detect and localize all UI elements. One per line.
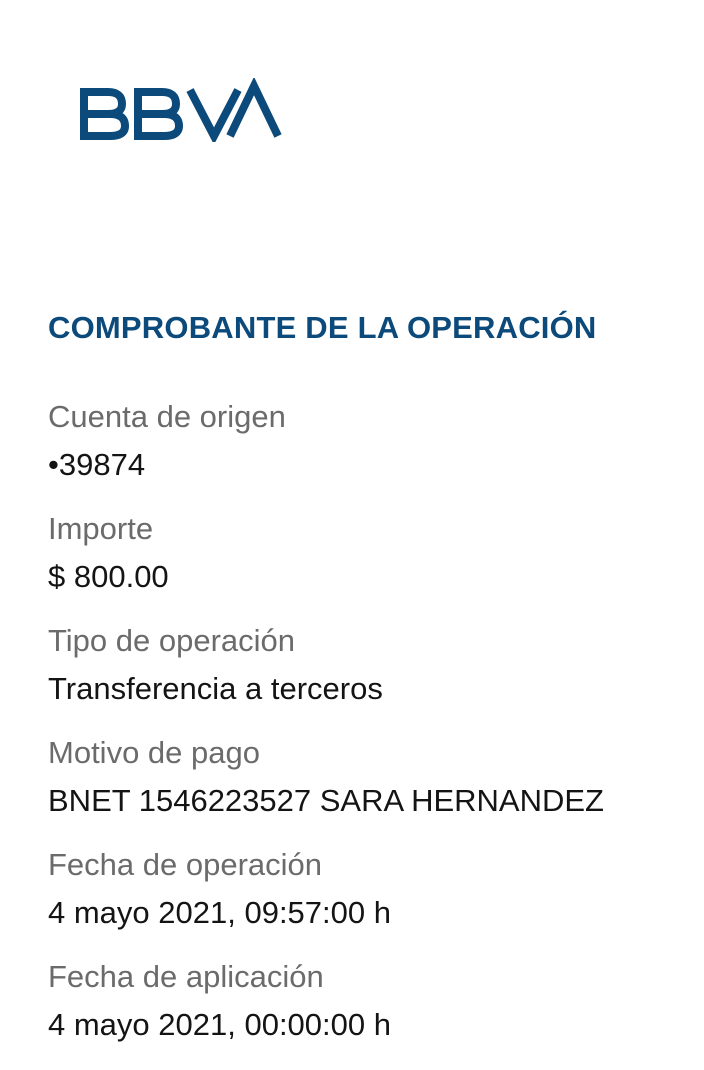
field-label: Importe [48, 511, 154, 546]
field-label: Motivo de pago [48, 735, 260, 770]
field-value: 4 mayo 2021, 09:57:00 h [48, 895, 391, 930]
bbva-logo [78, 78, 282, 142]
field-application-date: Fecha de aplicación 4 mayo 2021, 00:00:0… [48, 958, 688, 1070]
field-source-account: Cuenta de origen •39874 [48, 398, 688, 510]
field-label: Tipo de operación [48, 623, 296, 658]
field-value: $ 800.00 [48, 559, 169, 594]
field-value: BNET 1546223527 SARA HERNANDEZ [48, 783, 604, 818]
field-operation-type: Tipo de operación Transferencia a tercer… [48, 622, 688, 734]
receipt-title: COMPROBANTE DE LA OPERACIÓN [48, 310, 597, 345]
field-label: Fecha de operación [48, 847, 323, 882]
field-value: •39874 [48, 447, 146, 482]
receipt-details: Cuenta de origen •39874 Importe $ 800.00… [48, 398, 688, 1070]
field-value: Transferencia a terceros [48, 671, 383, 706]
field-operation-date: Fecha de operación 4 mayo 2021, 09:57:00… [48, 846, 688, 958]
field-payment-reason: Motivo de pago BNET 1546223527 SARA HERN… [48, 734, 688, 846]
field-value: 4 mayo 2021, 00:00:00 h [48, 1007, 391, 1042]
field-amount: Importe $ 800.00 [48, 510, 688, 622]
field-label: Fecha de aplicación [48, 959, 324, 994]
field-label: Cuenta de origen [48, 399, 286, 434]
